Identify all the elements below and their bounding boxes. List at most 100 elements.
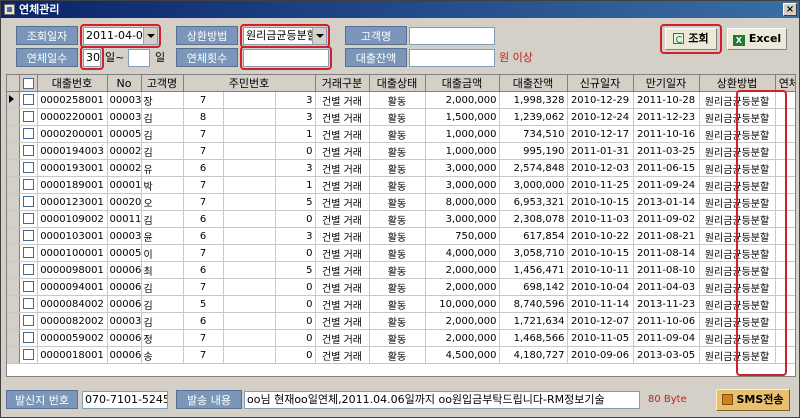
checkbox[interactable] xyxy=(22,349,34,361)
cell-new-date: 2010-12-17 xyxy=(567,125,634,143)
table-row[interactable]: 0000220001 00003 김 8 3 건별 거래 활동 1,500,000 1,239,… xyxy=(7,108,795,126)
header-no[interactable]: No xyxy=(107,75,142,92)
table-row[interactable]: 0000018001 00006 송 7 0 건별 거래 활동 4,500,000 4,180,… xyxy=(7,346,795,364)
cell-loan-no: 0000123001 xyxy=(37,193,108,211)
table-row[interactable]: 0000200001 00005 김 7 1 건별 거래 활동 1,000,000 734,51… xyxy=(7,125,795,143)
overdue-days-label: 연체일수 xyxy=(16,48,78,67)
row-select[interactable] xyxy=(19,142,38,160)
row-select[interactable] xyxy=(19,346,38,364)
overdue-days-unit: 일 xyxy=(155,51,166,64)
table-row[interactable]: 0000194003 00002 김 7 0 건별 거래 활동 1,000,000 995,19… xyxy=(7,142,795,160)
row-select[interactable] xyxy=(19,312,38,330)
row-select[interactable] xyxy=(19,295,38,313)
checkbox[interactable] xyxy=(22,230,34,242)
cell-resident-no-masked xyxy=(223,108,276,126)
cell-no: 00011 xyxy=(107,210,142,228)
header-loan-status[interactable]: 대출상태 xyxy=(369,75,426,92)
table-row[interactable]: 0000059002 00006 정 7 0 건별 거래 활동 2,000,000 1,468,… xyxy=(7,329,795,347)
checkbox[interactable] xyxy=(22,315,34,327)
excel-button[interactable]: X Excel xyxy=(727,28,787,50)
row-select[interactable] xyxy=(19,159,38,177)
header-due-date[interactable]: 만기일자 xyxy=(633,75,700,92)
row-select[interactable] xyxy=(19,193,38,211)
cell-trade-type: 건별 거래 xyxy=(315,159,370,177)
cell-loan-amount: 8,000,000 xyxy=(425,193,500,211)
table-row[interactable]: 0000193001 00002 유 6 3 건별 거래 활동 3,000,000 2,574,… xyxy=(7,159,795,177)
header-loan-balance[interactable]: 대출잔액 xyxy=(499,75,568,92)
table-row[interactable]: 0000084002 00006 김 5 0 건별 거래 활동 10,000,000 8,740… xyxy=(7,295,795,313)
checkbox[interactable] xyxy=(22,264,34,276)
excel-button-label: Excel xyxy=(748,32,782,45)
customer-name-input[interactable] xyxy=(409,27,495,45)
cell-customer-name: 박 xyxy=(141,176,184,194)
checkbox[interactable] xyxy=(22,162,34,174)
row-select[interactable] xyxy=(19,176,38,194)
header-indicator xyxy=(7,75,20,92)
cell-no: 00006 xyxy=(107,346,142,364)
checkbox[interactable] xyxy=(22,332,34,344)
row-select[interactable] xyxy=(19,91,38,109)
row-select[interactable] xyxy=(19,108,38,126)
cell-customer-name: 김 xyxy=(141,125,184,143)
header-resident-no[interactable]: 주민번호 xyxy=(183,75,316,92)
cell-no: 00003 xyxy=(107,108,142,126)
row-select[interactable] xyxy=(19,227,38,245)
cell-due-date: 2011-08-10 xyxy=(633,261,700,279)
checkbox[interactable] xyxy=(22,281,34,293)
cell-resident-no-masked xyxy=(223,159,276,177)
cell-resident-no-back: 5 xyxy=(275,261,316,279)
cell-resident-no-front: 6 xyxy=(183,210,224,228)
header-select-all[interactable] xyxy=(19,75,38,92)
overdue-grid[interactable]: 대출번호 No 고객명 주민번호 거래구분 대출상태 대출금액 대출잔액 신규일… xyxy=(6,74,796,377)
row-select[interactable] xyxy=(19,329,38,347)
checkbox[interactable] xyxy=(22,128,34,140)
checkbox[interactable] xyxy=(22,179,34,191)
table-row[interactable]: 0000109002 00011 김 6 0 건별 거래 활동 3,000,000 2,308,… xyxy=(7,210,795,228)
cell-due-date: 2013-03-05 xyxy=(633,346,700,364)
table-row[interactable]: 0000082002 00003 김 6 0 건별 거래 활동 2,000,000 1,721,… xyxy=(7,312,795,330)
table-row[interactable]: 0000189001 00001 박 7 1 건별 거래 활동 3,000,000 3,000,… xyxy=(7,176,795,194)
cell-loan-amount: 2,000,000 xyxy=(425,278,500,296)
table-row[interactable]: 0000258001 00003 장 7 3 건별 거래 활동 2,000,000 1,998,… xyxy=(7,91,795,109)
header-customer-name[interactable]: 고객명 xyxy=(141,75,184,92)
checkbox[interactable] xyxy=(22,78,34,89)
row-select[interactable] xyxy=(19,210,38,228)
cell-customer-name: 김 xyxy=(141,278,184,296)
table-row[interactable]: 0000094001 00006 김 7 0 건별 거래 활동 2,000,000 698,14… xyxy=(7,278,795,296)
loan-balance-input[interactable] xyxy=(409,49,495,67)
checkbox[interactable] xyxy=(22,94,34,106)
cell-no: 00020 xyxy=(107,193,142,211)
checkbox[interactable] xyxy=(22,247,34,259)
sender-number-input[interactable]: 070-7101-5245 xyxy=(82,391,168,409)
customer-name-label: 고객명 xyxy=(345,26,407,45)
checkbox[interactable] xyxy=(22,298,34,310)
checkbox[interactable] xyxy=(22,213,34,225)
close-button[interactable]: × xyxy=(783,3,797,16)
row-indicator xyxy=(7,261,20,279)
table-row[interactable]: 0000098001 00006 최 6 5 건별 거래 활동 2,000,000 1,456,… xyxy=(7,261,795,279)
cell-loan-amount: 4,500,000 xyxy=(425,346,500,364)
table-row[interactable]: 0000103001 00003 윤 6 3 건별 거래 활동 750,000 617,854 2… xyxy=(7,227,795,245)
row-select[interactable] xyxy=(19,261,38,279)
sms-send-button[interactable]: SMS전송 xyxy=(716,389,790,411)
cell-loan-no: 0000194003 xyxy=(37,142,108,160)
row-select[interactable] xyxy=(19,278,38,296)
row-select[interactable] xyxy=(19,125,38,143)
header-loan-amount[interactable]: 대출금액 xyxy=(425,75,500,92)
row-select[interactable] xyxy=(19,244,38,262)
overdue-days-to-input[interactable] xyxy=(128,49,150,67)
table-row[interactable]: 0000123001 00020 오 7 5 건별 거래 활동 8,000,000 6,953,… xyxy=(7,193,795,211)
cell-no: 00002 xyxy=(107,159,142,177)
checkbox[interactable] xyxy=(22,111,34,123)
checkbox[interactable] xyxy=(22,196,34,208)
overdue-count-highlight xyxy=(240,46,332,70)
cell-loan-balance: 1,239,062 xyxy=(499,108,568,126)
cell-resident-no-front: 7 xyxy=(183,125,224,143)
header-new-date[interactable]: 신규일자 xyxy=(567,75,634,92)
checkbox[interactable] xyxy=(22,145,34,157)
table-row[interactable]: 0000100001 00005 이 7 0 건별 거래 활동 4,000,000 3,058,… xyxy=(7,244,795,262)
header-trade-type[interactable]: 거래구분 xyxy=(315,75,370,92)
header-loan-no[interactable]: 대출번호 xyxy=(37,75,108,92)
overdue-days-separator: 일~ xyxy=(105,51,125,64)
send-content-input[interactable]: oo님 현재oo일연체,2011.04.06일까지 oo원입금부탁드립니다-RM… xyxy=(244,391,640,409)
